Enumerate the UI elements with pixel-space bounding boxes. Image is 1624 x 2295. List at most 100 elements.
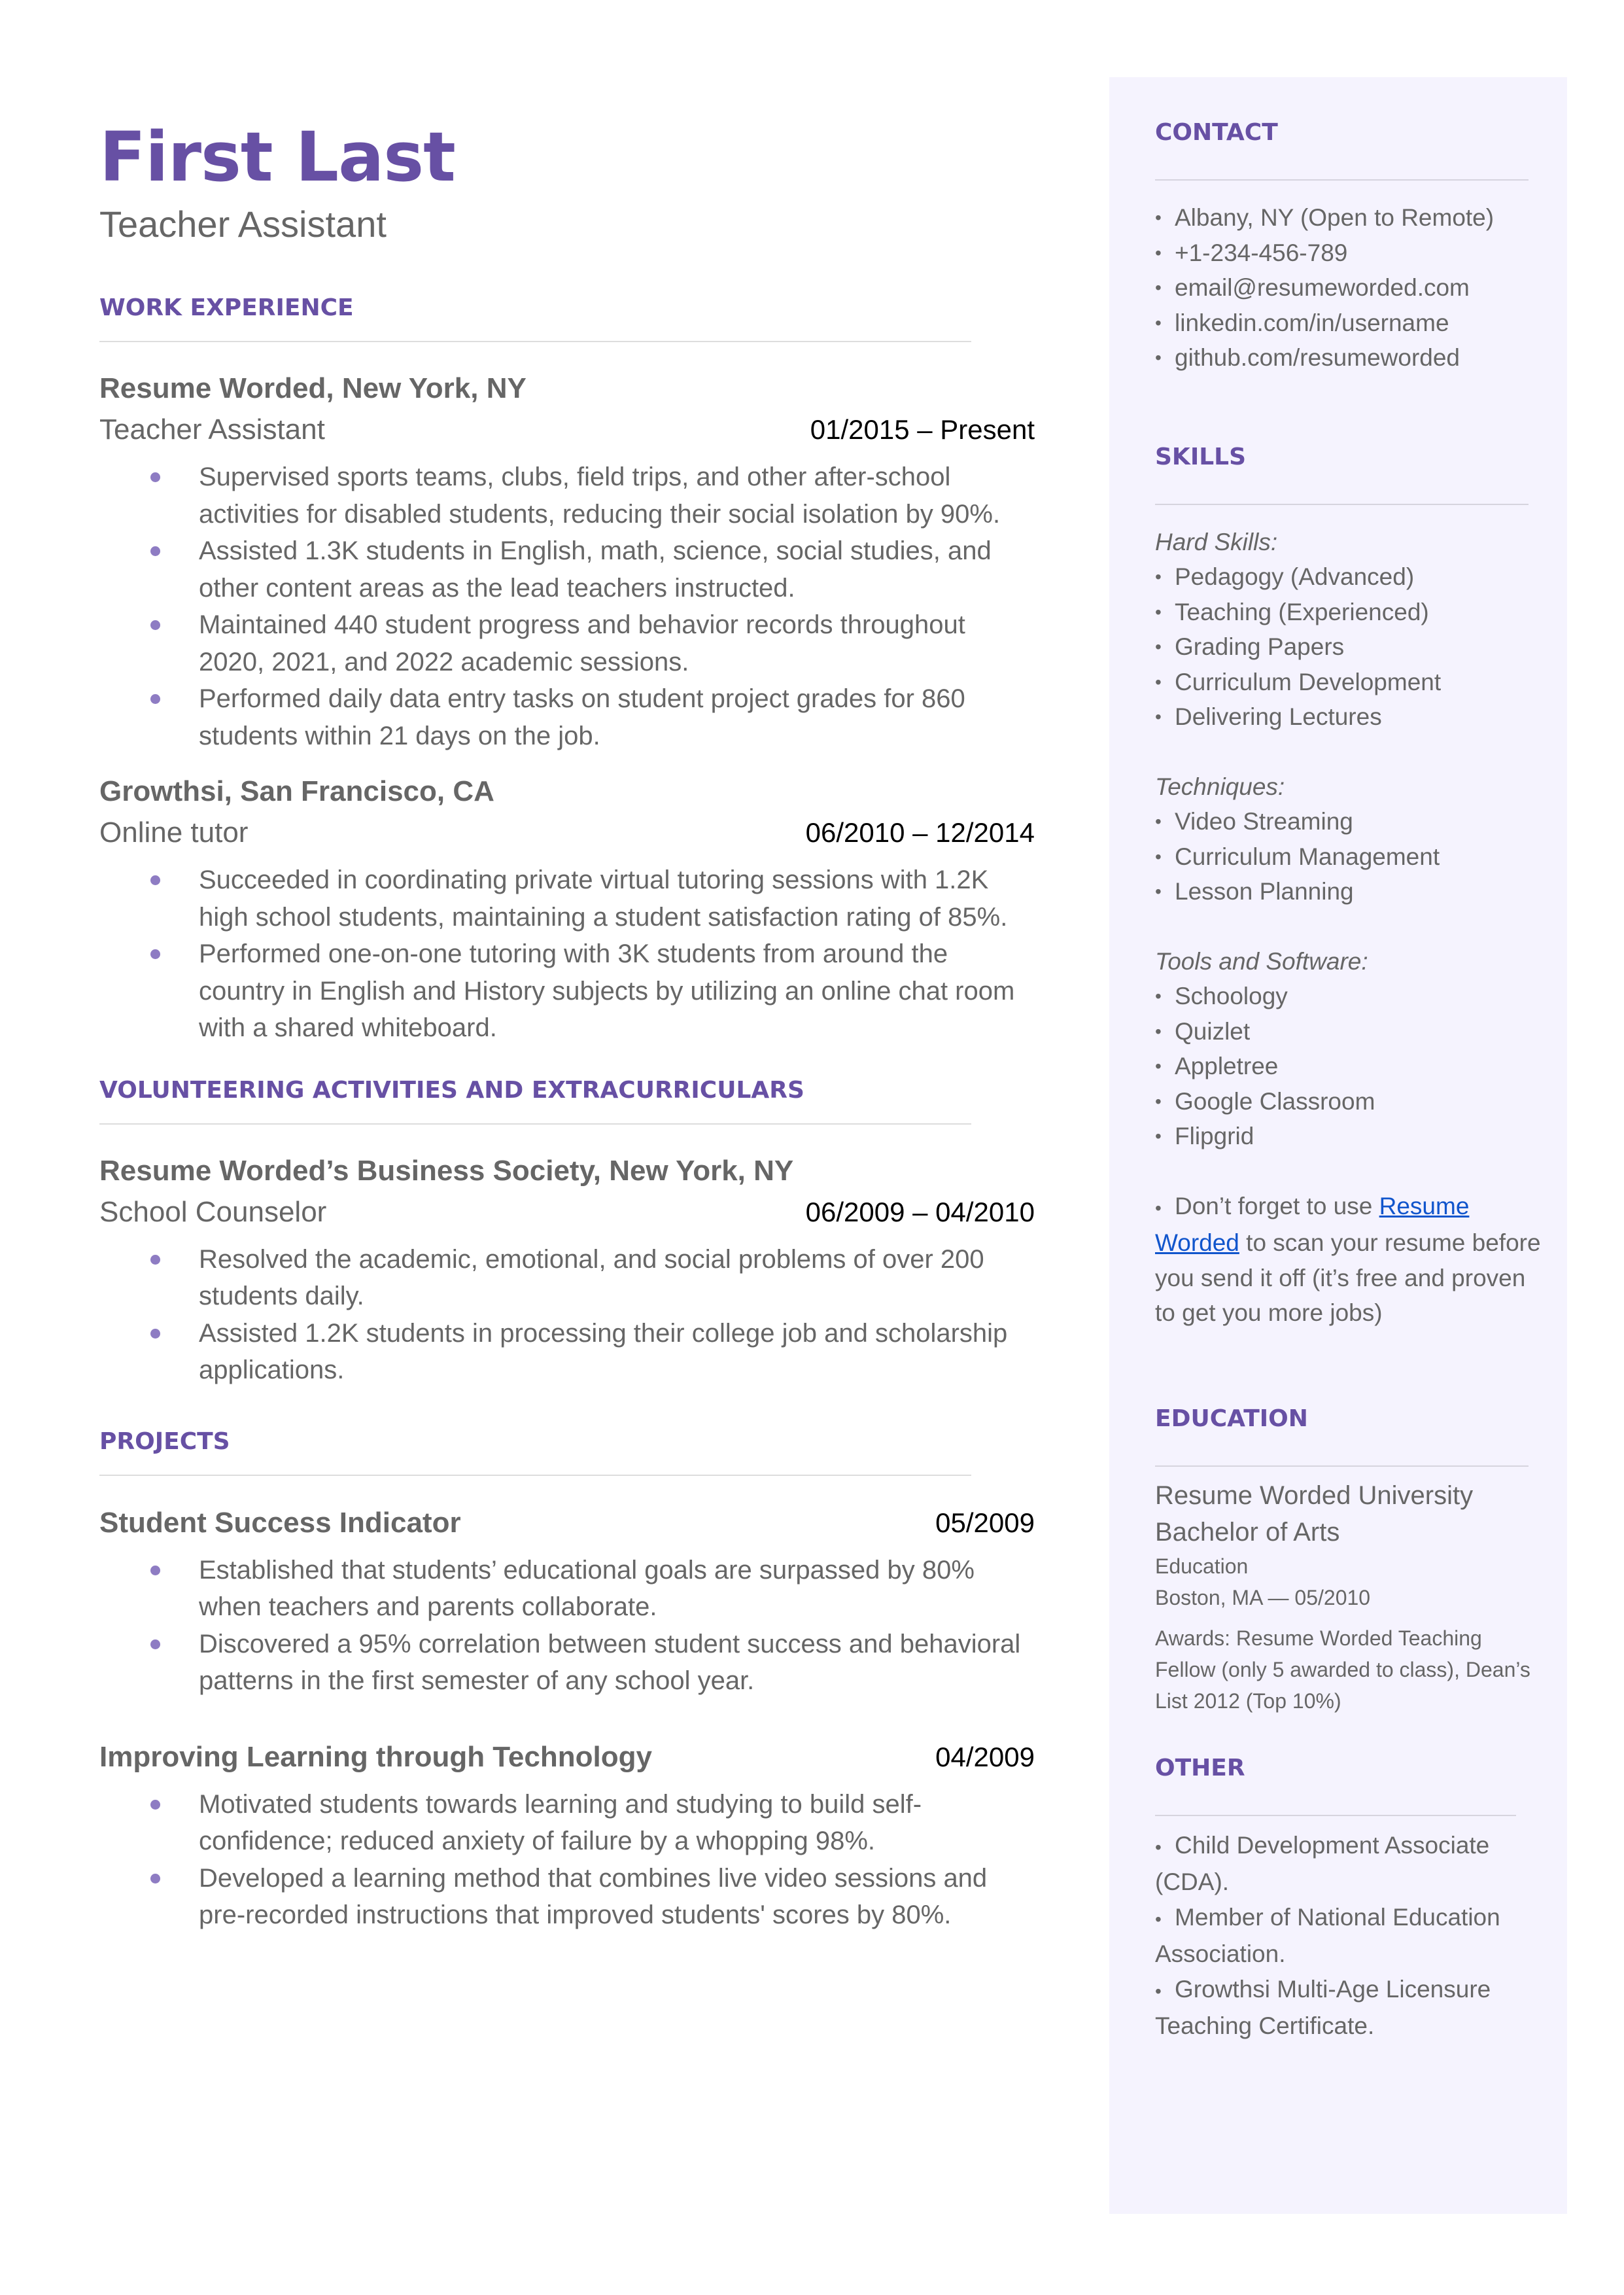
- project-date: 05/2009: [935, 1507, 1035, 1538]
- contact-github[interactable]: • github.com/resumeworded: [1155, 340, 1547, 376]
- job-dates: 01/2015 – Present: [810, 414, 1035, 445]
- role-row: Online tutor 06/2010 – 12/2014: [99, 812, 1035, 854]
- other-item: • Member of National Education Associatio…: [1155, 1900, 1547, 1972]
- bullet-dot-icon: •: [1155, 1197, 1162, 1218]
- other-list: • Child Development Associate (CDA). • Mem…: [1155, 1828, 1547, 2044]
- education-degree: Bachelor of Arts: [1155, 1517, 1340, 1547]
- bullet-item: Motivated students towards learning and …: [99, 1786, 1035, 1860]
- section-divider: [1155, 1814, 1516, 1816]
- bullet-list: Established that students’ educational g…: [99, 1552, 1035, 1700]
- bullet-dot-icon: [150, 1328, 160, 1339]
- skill-item: • Quizlet: [1155, 1014, 1547, 1049]
- role-row: School Counselor 06/2009 – 04/2010: [99, 1191, 1035, 1233]
- bullet-item: Performed daily data entry tasks on stud…: [99, 680, 1035, 754]
- job-title: Online tutor: [99, 816, 249, 849]
- bullet-dot-icon: [150, 875, 160, 885]
- organization-name: Resume Worded’s Business Society, New Yo…: [99, 1154, 794, 1187]
- skill-category-label: Hard Skills:: [1155, 528, 1278, 555]
- bullet-dot-icon: •: [1155, 1836, 1162, 1857]
- work-experience-heading: WORK EXPERIENCE: [99, 294, 354, 321]
- bullet-dot-icon: [150, 1799, 160, 1810]
- contact-linkedin[interactable]: • linkedin.com/in/username: [1155, 306, 1547, 341]
- bullet-dot-icon: [150, 1254, 160, 1265]
- bullet-list: Resolved the academic, emotional, and so…: [99, 1241, 1035, 1389]
- tools-list: • Schoology • Quizlet • Appletree • Google C…: [1155, 979, 1547, 1154]
- skill-item: • Grading Papers: [1155, 629, 1547, 665]
- bullet-dot-icon: [150, 949, 160, 959]
- section-divider: [99, 1474, 971, 1476]
- section-divider: [1155, 503, 1529, 505]
- bullet-dot-icon: •: [1155, 312, 1162, 333]
- bullet-list: Succeeded in coordinating private virtua…: [99, 862, 1035, 1047]
- contact-email[interactable]: • email@resumeworded.com: [1155, 270, 1547, 306]
- project-entry: Student Success Indicator 05/2009 Establ…: [99, 1502, 1035, 1700]
- hard-skills-list: • Pedagogy (Advanced) • Teaching (Experien…: [1155, 559, 1547, 735]
- bullet-dot-icon: •: [1155, 811, 1162, 832]
- bullet-list: Motivated students towards learning and …: [99, 1786, 1035, 1934]
- bullet-dot-icon: •: [1155, 207, 1162, 228]
- bullet-item: Established that students’ educational g…: [99, 1552, 1035, 1626]
- skill-item: • Curriculum Development: [1155, 665, 1547, 700]
- bullet-item: Resolved the academic, emotional, and so…: [99, 1241, 1035, 1315]
- bullet-item: Assisted 1.3K students in English, math,…: [99, 533, 1035, 606]
- resume-worded-note: • Don’t forget to use Resume Worded to sc…: [1155, 1189, 1547, 1331]
- bullet-item: Supervised sports teams, clubs, field tr…: [99, 459, 1035, 533]
- bullet-dot-icon: •: [1155, 637, 1162, 657]
- role-row: Teacher Assistant 01/2015 – Present: [99, 409, 1035, 451]
- bullet-dot-icon: [150, 1873, 160, 1883]
- bullet-dot-icon: [150, 694, 160, 704]
- volunteer-role: School Counselor: [99, 1195, 327, 1228]
- bullet-list: Supervised sports teams, clubs, field tr…: [99, 459, 1035, 754]
- bullet-item: Assisted 1.2K students in processing the…: [99, 1315, 1035, 1389]
- bullet-item: Performed one-on-one tutoring with 3K st…: [99, 936, 1035, 1047]
- other-heading: OTHER: [1155, 1754, 1245, 1781]
- education-heading: EDUCATION: [1155, 1405, 1308, 1432]
- work-entry: Growthsi, San Francisco, CA Online tutor…: [99, 771, 1035, 1047]
- main-column: First Last Teacher Assistant WORK EXPERI…: [99, 111, 1035, 1934]
- education-awards: Awards: Resume Worded Teaching Fellow (o…: [1155, 1626, 1530, 1713]
- skill-item: • Teaching (Experienced): [1155, 595, 1547, 630]
- bullet-item: Developed a learning method that combine…: [99, 1860, 1035, 1934]
- projects-heading: PROJECTS: [99, 1428, 230, 1455]
- bullet-item: Maintained 440 student progress and beha…: [99, 606, 1035, 680]
- bullet-dot-icon: [150, 546, 160, 556]
- bullet-dot-icon: •: [1155, 567, 1162, 587]
- project-header-row: Student Success Indicator 05/2009: [99, 1502, 1035, 1544]
- skill-item: • Video Streaming: [1155, 804, 1547, 839]
- volunteer-dates: 06/2009 – 04/2010: [805, 1196, 1035, 1227]
- project-entry: Improving Learning through Technology 04…: [99, 1736, 1035, 1934]
- skill-item: • Lesson Planning: [1155, 874, 1547, 909]
- sidebar: CONTACT • Albany, NY (Open to Remote) • +1…: [1109, 77, 1567, 2214]
- bullet-dot-icon: •: [1155, 1980, 1162, 2001]
- company-name: Resume Worded, New York, NY: [99, 372, 527, 404]
- education-field: Education: [1155, 1554, 1249, 1578]
- bullet-dot-icon: •: [1155, 881, 1162, 902]
- contact-location: • Albany, NY (Open to Remote): [1155, 200, 1547, 236]
- bullet-dot-icon: •: [1155, 707, 1162, 727]
- skill-category-label: Tools and Software:: [1155, 947, 1368, 975]
- techniques-list: • Video Streaming • Curriculum Management …: [1155, 804, 1547, 909]
- bullet-dot-icon: •: [1155, 846, 1162, 867]
- contact-heading: CONTACT: [1155, 119, 1278, 146]
- skill-item: • Pedagogy (Advanced): [1155, 559, 1547, 595]
- skill-item: • Flipgrid: [1155, 1119, 1547, 1154]
- skill-item: • Google Classroom: [1155, 1084, 1547, 1119]
- bullet-dot-icon: •: [1155, 601, 1162, 622]
- other-item: • Child Development Associate (CDA).: [1155, 1828, 1547, 1900]
- other-item: • Growthsi Multi-Age Licensure Teaching C…: [1155, 1972, 1547, 2044]
- skills-heading: SKILLS: [1155, 443, 1247, 470]
- bullet-item: Discovered a 95% correlation between stu…: [99, 1626, 1035, 1700]
- bullet-dot-icon: •: [1155, 1908, 1162, 1929]
- project-name: Student Success Indicator: [99, 1506, 461, 1539]
- section-divider: [1155, 179, 1529, 181]
- skill-item: • Curriculum Management: [1155, 839, 1547, 875]
- bullet-dot-icon: •: [1155, 1021, 1162, 1042]
- education-school: Resume Worded University: [1155, 1480, 1474, 1510]
- bullet-dot-icon: •: [1155, 1126, 1162, 1146]
- work-entry: Resume Worded, New York, NY Teacher Assi…: [99, 368, 1035, 754]
- section-divider: [1155, 1465, 1529, 1467]
- contact-phone: • +1-234-456-789: [1155, 236, 1547, 271]
- bullet-dot-icon: •: [1155, 986, 1162, 1006]
- project-header-row: Improving Learning through Technology 04…: [99, 1736, 1035, 1778]
- candidate-title: Teacher Assistant: [99, 203, 387, 245]
